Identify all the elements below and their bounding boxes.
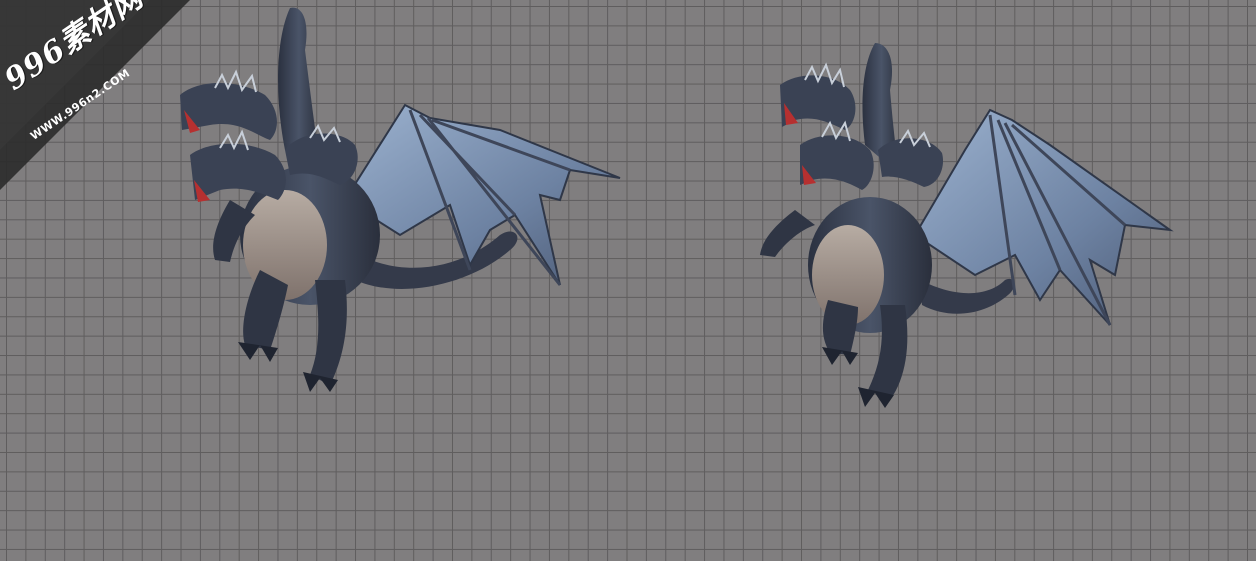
dragon-sprite-2 xyxy=(750,35,1180,420)
sprite-preview-canvas: 996素材网 WWW.996n2.COM xyxy=(0,0,1256,561)
dragon-sprite-1 xyxy=(170,0,630,400)
watermark-url: WWW.996n2.COM xyxy=(28,66,133,143)
watermark-title: 996素材网 xyxy=(0,0,150,98)
